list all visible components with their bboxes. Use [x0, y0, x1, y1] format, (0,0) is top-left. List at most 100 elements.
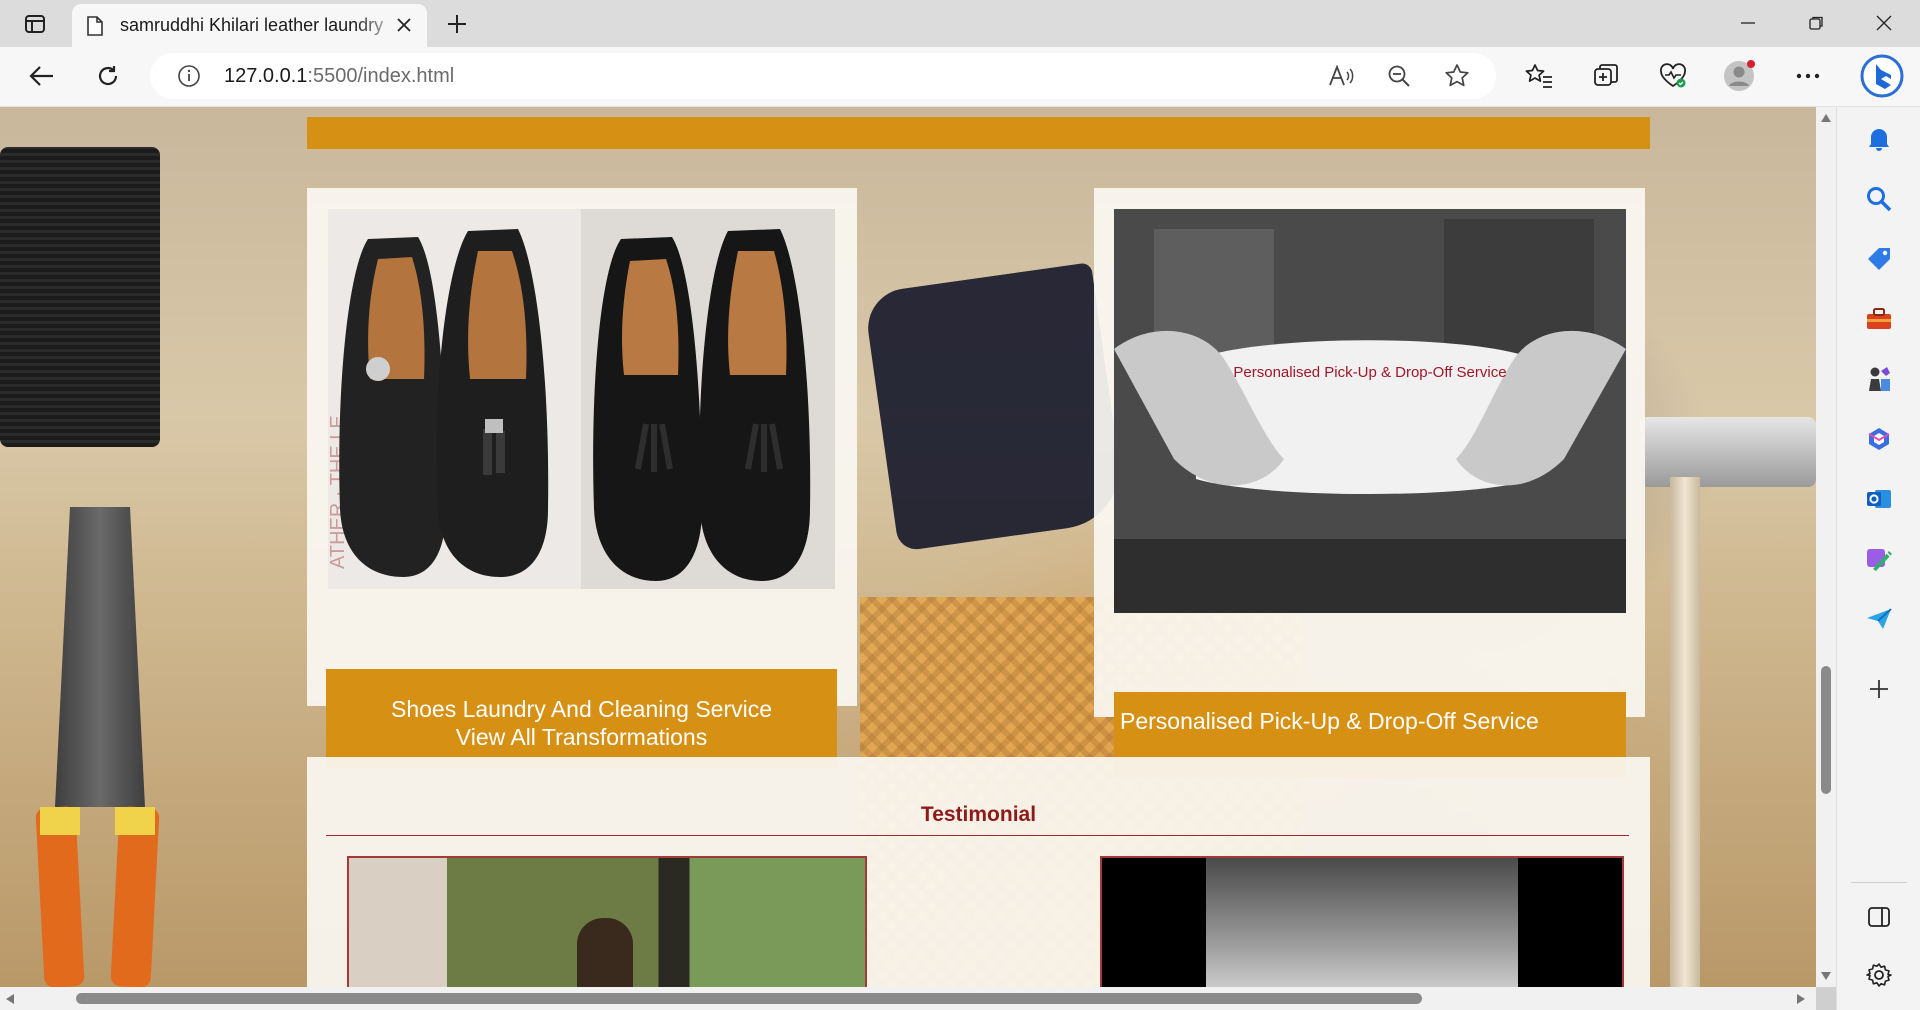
read-aloud-button[interactable] — [1324, 59, 1358, 93]
back-icon — [29, 66, 53, 86]
bell-icon — [1869, 129, 1889, 151]
more-button[interactable] — [1788, 56, 1828, 96]
sidebar-search-button[interactable] — [1859, 179, 1899, 219]
url-text: 127.0.0.1:5500/index.html — [224, 65, 454, 88]
sidebar-shopping-button[interactable] — [1859, 239, 1899, 279]
active-tab[interactable]: samruddhi Khilari leather laundry — [72, 4, 427, 47]
background-thread-spool — [0, 147, 160, 447]
refresh-icon — [98, 66, 118, 86]
address-bar[interactable]: 127.0.0.1:5500/index.html — [150, 53, 1496, 99]
collections-button[interactable] — [1586, 56, 1626, 96]
zoom-out-icon — [1388, 65, 1410, 87]
browser-essentials-icon — [1660, 63, 1686, 88]
scroll-down-icon[interactable] — [1820, 971, 1832, 981]
sidebar-send-button[interactable] — [1859, 599, 1899, 639]
profile-icon — [1724, 60, 1755, 91]
sidebar-microsoft365-button[interactable] — [1859, 419, 1899, 459]
new-tab-button[interactable] — [440, 8, 474, 40]
testimonial-heading: Testimonial — [920, 803, 1037, 826]
refresh-button[interactable] — [88, 56, 128, 96]
testimonial-video-1[interactable] — [347, 856, 867, 987]
video-1-person — [577, 918, 633, 987]
background-leather-strap — [863, 262, 1127, 552]
favorites-icon — [1525, 64, 1552, 88]
plus-icon — [448, 15, 466, 33]
pickup-dropoff-image: Personalised Pick-Up & Drop-Off Service — [1114, 209, 1626, 613]
back-button[interactable] — [22, 56, 62, 96]
scroll-right-icon[interactable] — [1796, 993, 1806, 1005]
tag-icon — [1868, 248, 1890, 270]
horizontal-scrollbar[interactable] — [0, 987, 1816, 1010]
toolbox-icon — [1867, 308, 1891, 329]
sidebar-designer-button[interactable] — [1859, 539, 1899, 579]
sidebar-tools-button[interactable] — [1859, 299, 1899, 339]
section-top-bar — [307, 117, 1650, 149]
video-2-frame — [1206, 858, 1518, 987]
profile-button[interactable] — [1720, 56, 1760, 96]
bing-copilot-button[interactable] — [1858, 52, 1906, 100]
shoes-before-after-image: ATHER · THE LE — [328, 209, 835, 589]
minimize-button[interactable] — [1714, 0, 1782, 46]
scroll-left-icon[interactable] — [5, 993, 15, 1005]
info-icon — [178, 65, 200, 87]
page-icon — [87, 15, 103, 36]
bing-copilot-icon — [1860, 54, 1904, 98]
add-favorite-button[interactable] — [1440, 59, 1474, 93]
restore-icon — [1809, 16, 1823, 30]
background-hammer-handle — [1670, 477, 1700, 987]
add-icon — [1870, 680, 1888, 698]
shoes-service-title: Shoes Laundry And Cleaning Service — [390, 696, 773, 722]
outlook-icon — [1867, 490, 1891, 508]
service-card-shoes[interactable]: ATHER · THE LE Shoes Laundry And Cleanin… — [307, 188, 857, 768]
service-card-pickup[interactable]: Personalised Pick-Up & Drop-Off Service … — [1094, 188, 1645, 778]
tab-strip: samruddhi Khilari leather laundry — [0, 0, 1920, 47]
close-window-icon — [1876, 15, 1892, 31]
settings-icon — [1866, 963, 1892, 987]
close-icon — [397, 18, 411, 32]
read-aloud-icon — [1329, 65, 1354, 86]
microsoft365-icon — [1868, 428, 1890, 450]
tab-actions-icon — [25, 15, 45, 33]
page-viewport: ATHER · THE LE Shoes Laundry And Cleanin… — [0, 107, 1816, 987]
scroll-up-icon[interactable] — [1820, 113, 1832, 123]
testimonial-divider — [326, 835, 1629, 836]
hands-holding-box-image — [1114, 209, 1626, 613]
loafer-shoes-image: ATHER · THE LE — [328, 209, 835, 589]
favorites-button[interactable] — [1519, 56, 1559, 96]
more-icon — [1796, 73, 1820, 79]
testimonial-video-2[interactable] — [1100, 856, 1624, 987]
pickup-image-overlay-text: Personalised Pick-Up & Drop-Off Service — [1233, 364, 1507, 381]
sidebar-add-button[interactable] — [1859, 669, 1899, 709]
zoom-button[interactable] — [1382, 59, 1416, 93]
testimonial-section: Testimonial — [307, 757, 1650, 987]
sidebar-divider — [1851, 882, 1907, 883]
games-icon — [1869, 367, 1890, 391]
tab-actions-button[interactable] — [14, 9, 56, 39]
sidebar-outlook-button[interactable] — [1859, 479, 1899, 519]
search-icon — [1867, 187, 1892, 212]
tab-title: samruddhi Khilari leather laundry — [120, 15, 384, 35]
site-info-button[interactable] — [172, 59, 206, 93]
send-icon — [1867, 608, 1892, 629]
sidebar-settings-button[interactable] — [1859, 955, 1899, 995]
background-hammer-head — [1640, 417, 1816, 487]
url-host: 127.0.0.1 — [224, 65, 308, 87]
shoes-service-caption[interactable]: Shoes Laundry And Cleaning Service View … — [326, 669, 837, 768]
vertical-scrollbar[interactable] — [1816, 107, 1836, 987]
browser-essentials-button[interactable] — [1653, 56, 1693, 96]
close-tab-button[interactable] — [393, 14, 415, 36]
sidebar-split-screen-button[interactable] — [1859, 897, 1899, 937]
browser-toolbar: 127.0.0.1:5500/index.html — [0, 47, 1920, 107]
minimize-icon — [1741, 22, 1755, 24]
vertical-scroll-thumb[interactable] — [1821, 666, 1831, 794]
view-all-transformations-link[interactable]: View All Transformations — [326, 723, 837, 751]
restore-button[interactable] — [1782, 0, 1850, 46]
sidebar-notifications-button[interactable] — [1859, 119, 1899, 159]
designer-icon — [1867, 549, 1892, 571]
sidebar-games-button[interactable] — [1859, 359, 1899, 399]
edge-sidebar — [1836, 107, 1920, 1010]
split-screen-icon — [1868, 907, 1890, 927]
background-pliers — [35, 507, 160, 987]
close-window-button[interactable] — [1850, 0, 1918, 46]
horizontal-scroll-thumb[interactable] — [76, 993, 1422, 1004]
